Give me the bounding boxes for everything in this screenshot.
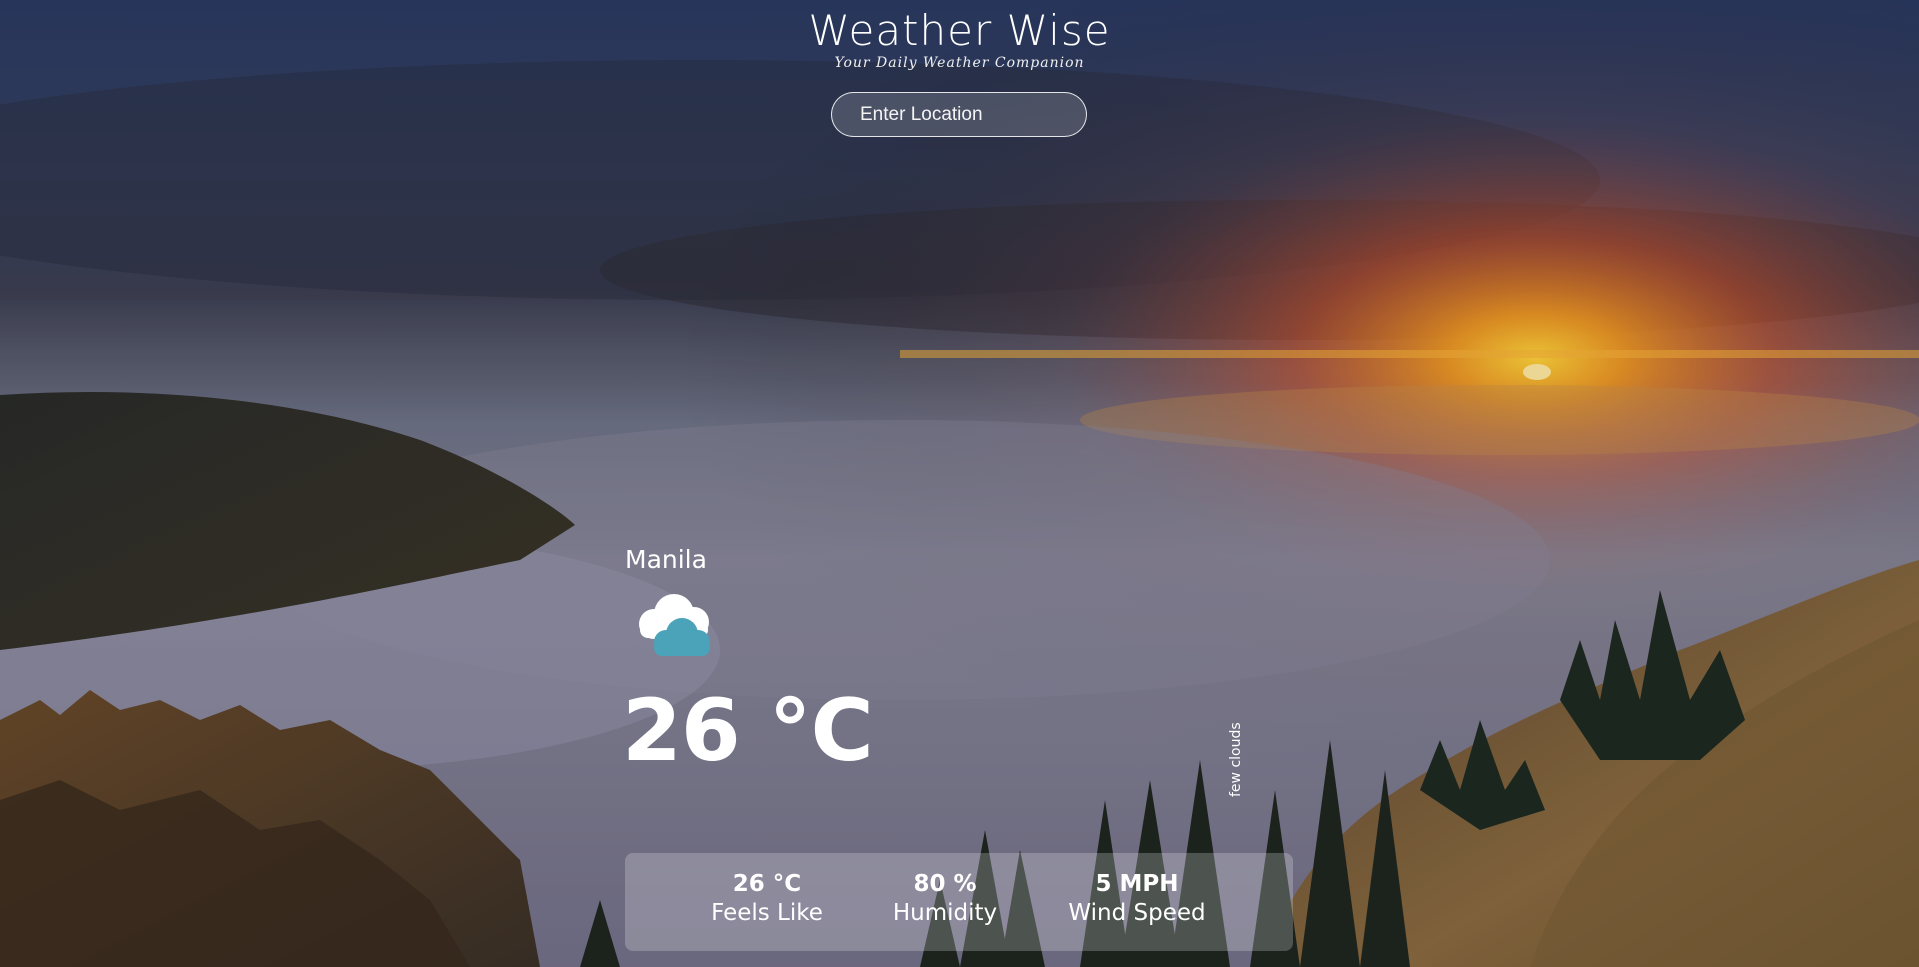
wind-speed-stat: 5 MPH Wind Speed — [1068, 871, 1205, 928]
feels-like-value: 26 °C — [732, 871, 802, 897]
feels-like-stat: 26 °C Feels Like — [711, 871, 823, 928]
few-clouds-icon — [630, 588, 720, 664]
feels-like-label: Feels Like — [711, 899, 823, 926]
weather-description: few clouds — [1228, 722, 1244, 797]
wind-speed-label: Wind Speed — [1068, 899, 1206, 926]
current-temperature: 26 °C — [622, 681, 874, 781]
app-subtitle: Your Daily Weather Companion — [834, 55, 1085, 71]
humidity-label: Humidity — [892, 899, 998, 926]
weather-stats-panel: 26 °C Feels Like 80 % Humidity 5 MPH Win… — [625, 853, 1293, 951]
humidity-value: 80 % — [913, 871, 977, 897]
humidity-stat: 80 % Humidity — [893, 871, 997, 928]
location-search-input[interactable] — [831, 92, 1087, 137]
wind-speed-value: 5 MPH — [1095, 871, 1179, 897]
app-title: Weather Wise — [808, 6, 1111, 55]
background-landscape — [0, 0, 1919, 967]
city-name: Manila — [625, 545, 707, 574]
